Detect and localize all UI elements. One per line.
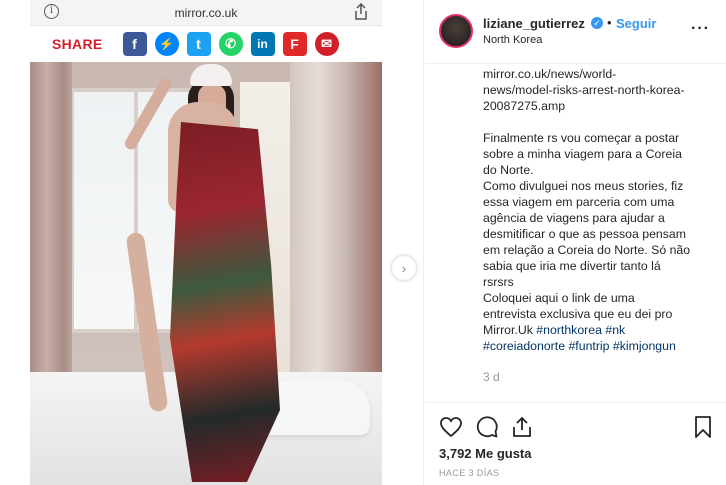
hashtag-link[interactable]: #coreiadonorte: [483, 339, 565, 353]
location-link[interactable]: North Korea: [483, 34, 542, 46]
caption: ____ mirror.co.uk/news/world- news/model…: [483, 62, 715, 402]
linkedin-icon: in: [250, 32, 275, 56]
caption-line: Coloquei aqui o link de uma: [483, 291, 635, 305]
hashtag-link[interactable]: #funtrip: [568, 339, 609, 353]
caption-line: essa viagem em parceria com uma: [483, 195, 675, 209]
caption-line: Como divulguei nos meus stories, fiz: [483, 179, 684, 193]
caption-tail-text: Mirror.Uk: [483, 323, 537, 337]
caption-hashtag-line: #coreiadonorte #funtrip #kimjongun: [483, 338, 715, 354]
caption-line: em relação a Coreia do Norte. Só não: [483, 243, 691, 257]
post-header: liziane_gutierrez ✓ • Seguir North Korea…: [425, 0, 726, 64]
post-media: i mirror.co.uk SHARE f ⚡ t ✆ in F ✉ ›: [0, 0, 424, 485]
caption-line: sabia que iria me divertir tanto lá: [483, 259, 661, 273]
twitter-icon: t: [186, 32, 211, 56]
caption-url-line: 20087275.amp: [483, 99, 566, 113]
next-image-button[interactable]: ›: [392, 256, 416, 280]
caption-line: sobre a minha viagem para a Coreia: [483, 147, 682, 161]
browser-address-bar: i mirror.co.uk: [30, 0, 382, 26]
verified-badge-icon: ✓: [591, 17, 603, 29]
hashtag-link[interactable]: #northkorea: [536, 323, 602, 337]
caption-line: entrevista exclusiva que eu dei pro: [483, 307, 673, 321]
share-label: SHARE: [52, 36, 103, 52]
caption-line: rsrsrs: [483, 275, 514, 289]
likes-count[interactable]: 3,792 Me gusta: [439, 446, 532, 461]
browser-url: mirror.co.uk: [174, 5, 238, 20]
caption-relative-time: 3 d: [483, 370, 500, 384]
caption-url-line: news/model-risks-arrest-north-korea-: [483, 83, 685, 97]
info-icon: i: [44, 4, 59, 19]
post-date: HACE 3 DÍAS: [439, 468, 500, 478]
caption-line: Finalmente rs vou começar a postar: [483, 131, 680, 145]
caption-line: desmitificar o que as pessoa pensam: [483, 227, 687, 241]
post-sidebar: liziane_gutierrez ✓ • Seguir North Korea…: [425, 0, 726, 485]
curtain-right: [290, 62, 382, 392]
facebook-icon: f: [122, 32, 147, 56]
post-actions: 3,792 Me gusta HACE 3 DÍAS: [425, 402, 726, 485]
caption-url-line: mirror.co.uk/news/world-: [483, 67, 617, 81]
username-link[interactable]: liziane_gutierrez: [483, 16, 585, 31]
chevron-right-icon: ›: [401, 260, 407, 276]
caption-line: agência de viagens para ajudar a: [483, 211, 665, 225]
separator-dot: •: [607, 15, 612, 30]
cap: [190, 64, 232, 86]
share-bar: SHARE f ⚡ t ✆ in F ✉: [30, 26, 382, 62]
bookmark-icon[interactable]: [691, 415, 715, 439]
post-photo: [30, 62, 382, 485]
heart-icon[interactable]: [439, 415, 463, 439]
caption-line: do Norte.: [483, 163, 534, 177]
flipboard-icon: F: [282, 32, 307, 56]
caption-hashtag-line: Mirror.Uk #northkorea #nk: [483, 322, 715, 338]
share-upload-icon[interactable]: [510, 415, 534, 439]
whatsapp-icon: ✆: [218, 32, 243, 56]
avatar[interactable]: [439, 14, 473, 48]
comment-icon[interactable]: [475, 415, 499, 439]
hashtag-link[interactable]: #nk: [605, 323, 625, 337]
messenger-icon: ⚡: [154, 32, 179, 56]
hashtag-link[interactable]: #kimjongun: [613, 339, 676, 353]
share-upload-icon: [354, 2, 368, 26]
email-icon: ✉: [314, 32, 339, 56]
more-options-icon[interactable]: ···: [691, 20, 710, 38]
follow-button[interactable]: Seguir: [616, 16, 656, 31]
